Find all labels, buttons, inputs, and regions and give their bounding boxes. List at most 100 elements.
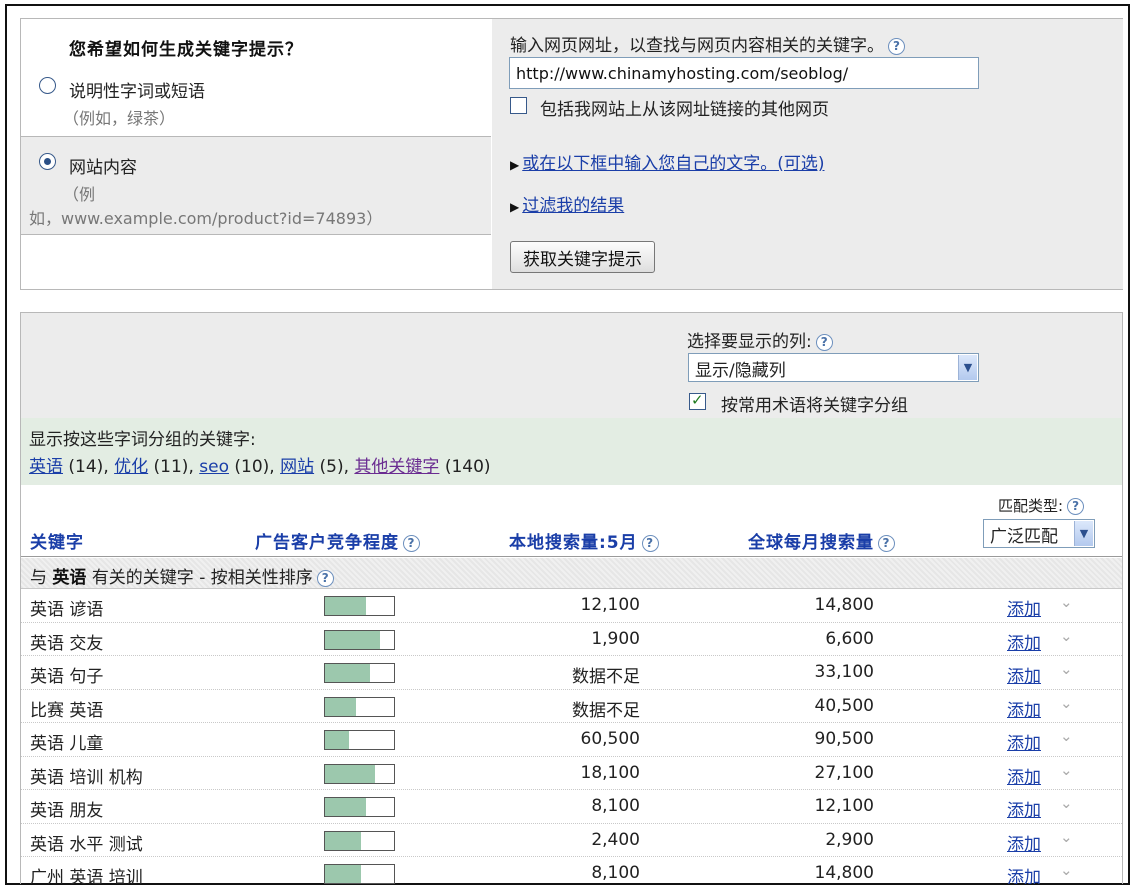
help-icon[interactable]: ? bbox=[1067, 498, 1085, 515]
generation-question: 您希望如何生成关键字提示？ bbox=[69, 40, 303, 60]
local-volume-cell: 2,400 bbox=[591, 829, 640, 850]
results-panel: 选择要显示的列:? 显示/隐藏列 ▼ 按常用术语将关键字分组 显示按这些字词分组… bbox=[20, 312, 1123, 884]
help-icon[interactable]: ? bbox=[403, 534, 420, 552]
competition-bar bbox=[324, 763, 395, 784]
filter-results-link[interactable]: 过滤我的结果 bbox=[522, 196, 624, 216]
option-website-content-label: 网站内容 bbox=[69, 158, 137, 178]
chevron-down-icon[interactable]: ⌄ bbox=[1060, 828, 1073, 846]
help-icon[interactable]: ? bbox=[878, 534, 895, 552]
chevron-down-icon[interactable]: ▼ bbox=[958, 355, 977, 380]
chevron-down-icon[interactable]: ⌄ bbox=[1060, 660, 1073, 678]
competition-bar-fill bbox=[325, 697, 357, 716]
group-count: (5) bbox=[319, 457, 344, 477]
column-header-keyword[interactable]: 关键字 bbox=[30, 528, 84, 553]
filter-toggle[interactable]: ▶ 过滤我的结果 bbox=[510, 191, 624, 216]
group-link-english[interactable]: 英语 bbox=[29, 457, 63, 477]
column-header-competition-text: 广告客户竞争程度 bbox=[255, 533, 399, 553]
column-options: 选择要显示的列:? 显示/隐藏列 ▼ 按常用术语将关键字分组 bbox=[21, 313, 1122, 418]
group-by-terms-checkbox[interactable] bbox=[689, 391, 706, 410]
add-keyword-link[interactable]: 添加 bbox=[1007, 863, 1041, 884]
help-icon[interactable]: ? bbox=[888, 37, 905, 55]
own-text-link[interactable]: 或在以下框中输入您自己的文字。(可选) bbox=[522, 154, 824, 174]
group-count: (10) bbox=[234, 457, 270, 477]
table-row: 英语 朋友 8,100 12,100 添加 ⌄ bbox=[21, 790, 1122, 824]
keyword-generation-panel: 您希望如何生成关键字提示？ 说明性字词或短语 （例如，绿茶） 网站内容 （例 如… bbox=[20, 18, 1123, 290]
section-suffix: 有关的关键字 - 按相关性排序 bbox=[91, 568, 313, 588]
help-icon[interactable]: ? bbox=[641, 534, 659, 552]
chevron-down-icon[interactable]: ⌄ bbox=[1060, 627, 1073, 645]
competition-bar bbox=[324, 730, 395, 750]
add-keyword-link[interactable]: 添加 bbox=[1007, 763, 1041, 788]
table-row: 英语 交友 1,900 6,600 添加 ⌄ bbox=[21, 623, 1122, 656]
own-text-toggle[interactable]: ▶ 或在以下框中输入您自己的文字。(可选) bbox=[510, 149, 825, 174]
add-keyword-link[interactable]: 添加 bbox=[1007, 595, 1041, 620]
column-header-local-volume-text: 本地搜索量:5月 bbox=[509, 533, 638, 553]
add-keyword-link[interactable]: 添加 bbox=[1007, 662, 1041, 687]
keyword-cell: 英语 朋友 bbox=[30, 801, 104, 821]
global-volume-cell: 12,100 bbox=[814, 796, 874, 816]
columns-label-text: 选择要显示的列: bbox=[687, 332, 812, 352]
url-input[interactable] bbox=[509, 57, 979, 89]
chevron-down-icon[interactable]: ⌄ bbox=[1060, 794, 1073, 812]
column-header-global-volume[interactable]: 全球每月搜索量? bbox=[748, 528, 895, 553]
global-volume-cell: 27,100 bbox=[814, 762, 874, 783]
expand-arrow-icon: ▶ bbox=[510, 200, 520, 214]
match-type-select[interactable]: 广泛匹配 ▼ bbox=[983, 519, 1095, 548]
competition-bar-fill bbox=[325, 630, 381, 649]
group-link-website[interactable]: 网站 bbox=[280, 457, 314, 477]
help-icon[interactable]: ? bbox=[316, 569, 334, 587]
local-volume-cell: 数据不足 bbox=[572, 700, 640, 721]
global-volume-cell: 6,600 bbox=[825, 628, 874, 649]
keyword-cell: 英语 水平 测试 bbox=[30, 834, 143, 855]
column-header-competition[interactable]: 广告客户竞争程度? bbox=[255, 528, 420, 553]
keyword-cell: 广州 英语 培训 bbox=[30, 868, 143, 884]
global-volume-cell: 2,900 bbox=[825, 829, 874, 850]
table-row: 比赛 英语 数据不足 40,500 添加 ⌄ bbox=[21, 690, 1122, 723]
grouping-links: 英语 (14), 优化 (11), seo (10), 网站 (5), 其他关键… bbox=[29, 457, 491, 477]
option-descriptive-words[interactable]: 您希望如何生成关键字提示？ 说明性字词或短语 （例如，绿茶） bbox=[21, 19, 491, 137]
option-website-content[interactable]: 网站内容 （例 如，www.example.com/product?id=748… bbox=[21, 137, 491, 235]
table-row: 英语 句子 数据不足 33,100 添加 ⌄ bbox=[21, 656, 1122, 690]
add-keyword-link[interactable]: 添加 bbox=[1007, 629, 1041, 654]
columns-select[interactable]: 显示/隐藏列 ▼ bbox=[688, 353, 979, 382]
competition-bar bbox=[324, 596, 395, 616]
chevron-down-icon[interactable]: ▼ bbox=[1074, 521, 1093, 546]
generation-options: 您希望如何生成关键字提示？ 说明性字词或短语 （例如，绿茶） 网站内容 （例 如… bbox=[21, 19, 491, 289]
group-link-seo[interactable]: seo bbox=[199, 457, 229, 477]
keyword-rows: 英语 谚语 12,100 14,800 添加 ⌄ 英语 交友 1,900 6,600 添加 ⌄ 英语… bbox=[21, 589, 1122, 884]
table-row: 英语 培训 机构 18,100 27,100 添加 ⌄ bbox=[21, 757, 1122, 790]
chevron-down-icon[interactable]: ⌄ bbox=[1060, 727, 1073, 745]
local-volume-cell: 18,100 bbox=[580, 762, 640, 783]
chevron-down-icon[interactable]: ⌄ bbox=[1060, 861, 1073, 879]
keyword-cell: 英语 句子 bbox=[30, 667, 104, 687]
chevron-down-icon[interactable]: ⌄ bbox=[1060, 761, 1073, 779]
group-link-optimize[interactable]: 优化 bbox=[114, 457, 148, 477]
grouping-bar: 显示按这些字词分组的关键字: 英语 (14), 优化 (11), seo (10… bbox=[21, 418, 1122, 485]
radio-website-content[interactable] bbox=[39, 153, 56, 170]
add-keyword-link[interactable]: 添加 bbox=[1007, 696, 1041, 721]
columns-label: 选择要显示的列:? bbox=[687, 327, 833, 352]
add-keyword-link[interactable]: 添加 bbox=[1007, 796, 1041, 821]
include-links-checkbox[interactable] bbox=[510, 97, 527, 114]
radio-descriptive-words[interactable] bbox=[39, 77, 56, 94]
local-volume-cell: 数据不足 bbox=[572, 667, 640, 687]
local-volume-cell: 8,100 bbox=[591, 796, 640, 816]
chevron-down-icon[interactable]: ⌄ bbox=[1060, 593, 1073, 611]
add-keyword-link[interactable]: 添加 bbox=[1007, 830, 1041, 855]
global-volume-cell: 90,500 bbox=[814, 729, 874, 749]
group-link-other[interactable]: 其他关键字 bbox=[354, 457, 439, 477]
table-row: 英语 谚语 12,100 14,800 添加 ⌄ bbox=[21, 589, 1122, 623]
column-header-local-volume[interactable]: 本地搜索量:5月? bbox=[509, 528, 659, 553]
add-keyword-link[interactable]: 添加 bbox=[1007, 729, 1041, 754]
help-icon[interactable]: ? bbox=[815, 333, 833, 351]
chevron-down-icon[interactable]: ⌄ bbox=[1060, 694, 1073, 712]
expand-arrow-icon: ▶ bbox=[510, 158, 520, 172]
group-count: (14) bbox=[68, 457, 104, 477]
grouping-title: 显示按这些字词分组的关键字: bbox=[29, 430, 256, 450]
match-type-label: 匹配类型:? bbox=[998, 495, 1085, 516]
option-descriptive-words-label: 说明性字词或短语 bbox=[69, 82, 205, 102]
section-heading-text: 与 英语 有关的关键字 - 按相关性排序? bbox=[30, 563, 334, 588]
table-row: 广州 英语 培训 8,100 14,800 添加 ⌄ bbox=[21, 857, 1122, 884]
local-volume-cell: 12,100 bbox=[580, 595, 640, 615]
get-keyword-ideas-button[interactable]: 获取关键字提示 bbox=[510, 241, 655, 273]
